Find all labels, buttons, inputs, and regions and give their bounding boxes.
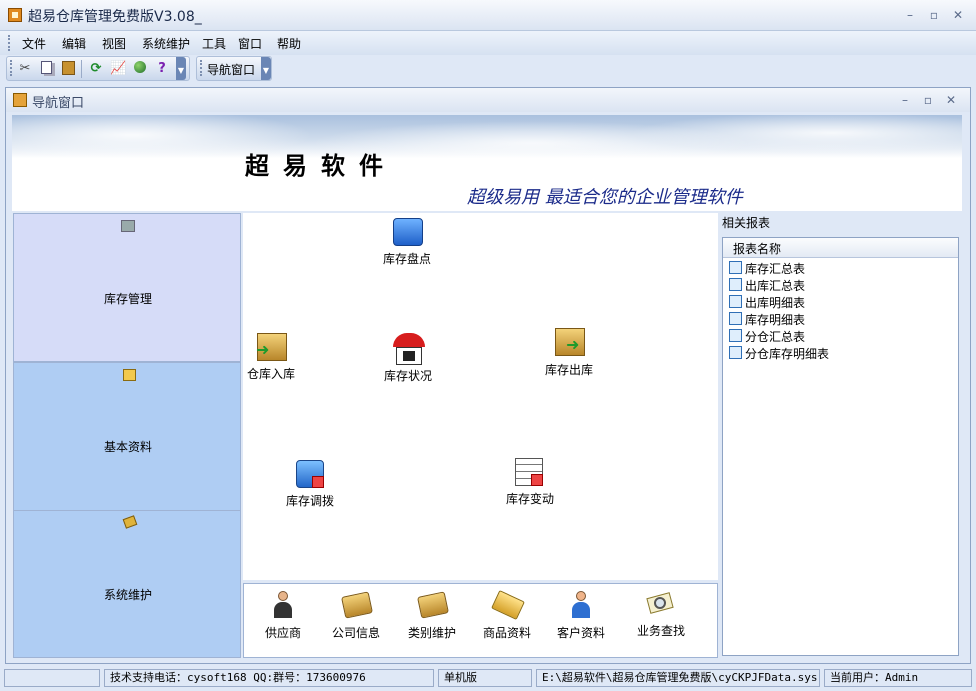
report-label: 出库明细表 xyxy=(745,296,806,310)
menu-tools[interactable]: 工具 xyxy=(202,35,226,52)
report-icon xyxy=(729,278,742,291)
paste-icon[interactable] xyxy=(60,61,76,77)
search-button[interactable]: 业务查找 xyxy=(621,622,701,639)
status-mode: 单机版 xyxy=(438,669,532,687)
globe-icon[interactable] xyxy=(132,61,148,77)
status-path: E:\超易软件\超易仓库管理免费版\cyCKPJFData.sys xyxy=(536,669,820,687)
status-support: 技术支持电话：cysoft168 QQ:群号：173600976 xyxy=(104,669,434,687)
toolbar-overflow-chevron[interactable]: ▼ xyxy=(176,57,186,80)
menu-file[interactable]: 文件 xyxy=(22,35,46,52)
toolbar-separator xyxy=(81,60,82,78)
supplier-button[interactable]: 供应商 xyxy=(243,624,323,641)
report-icon xyxy=(729,312,742,325)
stocktake-icon[interactable] xyxy=(393,218,423,246)
panel-system[interactable]: 系统维护 xyxy=(13,510,241,658)
toolbar-grip[interactable] xyxy=(200,60,205,76)
chart-icon[interactable]: 📈 xyxy=(110,61,126,77)
nav-window-title: 导航窗口 xyxy=(32,96,85,111)
outbound-arrow-icon: ➜ xyxy=(566,335,580,354)
customer-button[interactable]: 客户资料 xyxy=(541,624,621,641)
supplier-icon[interactable] xyxy=(273,591,293,619)
report-icon xyxy=(729,346,742,359)
menu-window[interactable]: 窗口 xyxy=(238,35,262,52)
transfer-badge-icon xyxy=(312,476,324,488)
report-item[interactable]: 出库汇总表 xyxy=(729,277,805,294)
report-item[interactable]: 库存汇总表 xyxy=(729,260,805,277)
report-item[interactable]: 出库明细表 xyxy=(729,294,805,311)
stock-status-button[interactable]: 库存状况 xyxy=(368,367,448,384)
report-item[interactable]: 分仓库存明细表 xyxy=(729,345,829,362)
child-maximize-button[interactable]: ▫ xyxy=(918,91,938,109)
maximize-button[interactable]: ▫ xyxy=(924,6,944,24)
report-item[interactable]: 库存明细表 xyxy=(729,311,805,328)
close-button[interactable]: ✕ xyxy=(948,6,968,24)
stock-change-button[interactable]: 库存变动 xyxy=(490,490,570,507)
quick-bar xyxy=(243,583,718,658)
wrench-icon xyxy=(122,515,138,529)
banner-company-name: 超易软件 xyxy=(245,152,397,180)
report-label: 分仓库存明细表 xyxy=(745,347,830,361)
product-button[interactable]: 商品资料 xyxy=(467,624,547,641)
report-label: 库存汇总表 xyxy=(745,262,806,276)
outbound-button[interactable]: 库存出库 xyxy=(529,361,609,378)
report-label: 分仓汇总表 xyxy=(745,330,806,344)
cart-icon xyxy=(121,220,135,232)
column-header-label: 报表名称 xyxy=(733,242,782,256)
report-icon xyxy=(729,261,742,274)
nav-window-title-bar xyxy=(6,88,970,112)
report-item[interactable]: 分仓汇总表 xyxy=(729,328,805,345)
inbound-button[interactable]: 仓库入库 xyxy=(231,365,311,382)
minimize-button[interactable]: – xyxy=(900,6,920,24)
folder-icon xyxy=(123,369,136,381)
menu-edit[interactable]: 编辑 xyxy=(62,35,86,52)
customer-icon[interactable] xyxy=(570,591,592,619)
report-label: 出库汇总表 xyxy=(745,279,806,293)
menu-view[interactable]: 视图 xyxy=(102,35,126,52)
company-info-button[interactable]: 公司信息 xyxy=(316,624,396,641)
function-area xyxy=(243,213,718,580)
transfer-button[interactable]: 库存调拨 xyxy=(270,492,350,509)
help-icon[interactable]: ? xyxy=(154,61,170,77)
panel-inventory[interactable]: 库存管理 xyxy=(13,213,241,362)
copy-icon[interactable] xyxy=(38,61,54,77)
report-label: 库存明细表 xyxy=(745,313,806,327)
app-title: 超易仓库管理免费版V3.08_ xyxy=(28,9,202,25)
panel-label: 系统维护 xyxy=(103,588,152,602)
nav-window-button[interactable]: 导航窗口 xyxy=(207,61,255,78)
child-close-button[interactable]: ✕ xyxy=(941,91,961,109)
reports-column-header[interactable]: 报表名称 xyxy=(723,238,958,258)
menu-help[interactable]: 帮助 xyxy=(277,35,301,52)
status-cell-empty xyxy=(4,669,100,687)
report-icon xyxy=(729,295,742,308)
toolbar-overflow-chevron[interactable]: ▼ xyxy=(261,57,271,80)
refresh-icon[interactable]: ⟳ xyxy=(88,61,104,77)
report-icon xyxy=(729,329,742,342)
panel-basic-data[interactable]: 基本资料 xyxy=(13,362,241,511)
menu-grip[interactable] xyxy=(8,35,13,51)
warehouse-icon[interactable] xyxy=(393,333,425,365)
app-icon xyxy=(8,8,22,22)
window-icon xyxy=(13,93,27,107)
panel-label: 库存管理 xyxy=(103,292,152,306)
menu-system[interactable]: 系统维护 xyxy=(142,35,190,52)
status-user: 当前用户：Admin xyxy=(824,669,972,687)
inbound-arrow-icon: ➜ xyxy=(256,340,270,359)
stock-change-badge-icon xyxy=(531,474,543,486)
category-button[interactable]: 类别维护 xyxy=(392,624,472,641)
toolbar-grip[interactable] xyxy=(10,60,15,76)
stocktake-button[interactable]: 库存盘点 xyxy=(367,250,447,267)
child-minimize-button[interactable]: – xyxy=(895,91,915,109)
panel-label: 基本资料 xyxy=(103,440,152,454)
reports-title: 相关报表 xyxy=(722,216,771,230)
search-icon[interactable] xyxy=(646,591,676,615)
banner-slogan: 超级易用 最适合您的企业管理软件 xyxy=(467,187,743,208)
cut-icon[interactable]: ✂ xyxy=(17,61,33,77)
